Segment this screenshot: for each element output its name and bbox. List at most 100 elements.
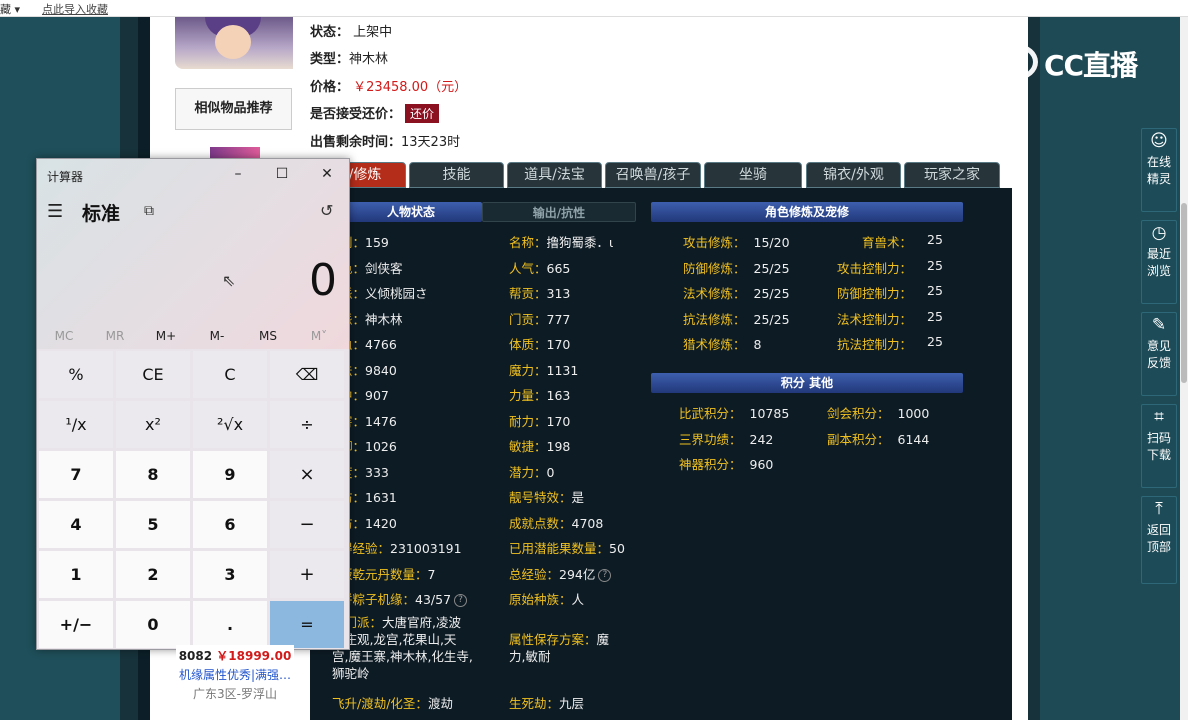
control-value: 25 (927, 334, 943, 349)
stat-value: 义倾桃园さ (365, 286, 428, 301)
help-icon[interactable]: ? (454, 594, 468, 607)
tab-items[interactable]: 道具/法宝 (507, 162, 602, 188)
stat-value: 1476 (365, 413, 397, 429)
cultivation-label: 防御修炼： (683, 260, 746, 276)
digit-8-button[interactable]: 8 (116, 451, 190, 498)
tab-mounts[interactable]: 坐骑 (704, 162, 802, 188)
clear-entry-button[interactable]: CE (116, 351, 190, 398)
control-value: 25 (927, 232, 943, 247)
square-button[interactable]: x² (116, 401, 190, 448)
digit-0-button[interactable]: 0 (116, 601, 190, 648)
multiply-button[interactable]: × (270, 451, 344, 498)
maximize-button[interactable]: ☐ (267, 163, 297, 185)
control-value-row: 25 (927, 258, 943, 273)
keep-on-top-icon[interactable]: ⧉ (144, 203, 154, 219)
attribute-row: 帮贡：313 (509, 283, 570, 302)
tab-player-home[interactable]: 玩家之家 (904, 162, 1000, 188)
stat-value: 333 (365, 464, 389, 480)
square-root-button[interactable]: ²√x (193, 401, 267, 448)
tab-pets[interactable]: 召唤兽/孩子 (605, 162, 701, 188)
memory-clear-button[interactable]: MC (39, 329, 89, 343)
attribute-row: 门贡：777 (509, 309, 570, 328)
stat-row: 得经验：231003191 (340, 538, 462, 557)
attribute-value: 4708 (571, 515, 604, 531)
cultivation-row: 防御修炼： 25/25 (683, 258, 790, 277)
tab-skills[interactable]: 技能 (409, 162, 504, 188)
control-row: 法术控制力： (832, 309, 912, 328)
side-tool-意见[interactable]: ✎ 意见 反馈 (1141, 312, 1177, 396)
memory-recall-button[interactable]: MR (90, 329, 140, 343)
memory-add-button[interactable]: M+ (141, 329, 191, 343)
attribute-row: 已用潜能果数量：50 (509, 538, 625, 557)
attribute-label: 已用潜能果数量： (509, 541, 610, 556)
percent-button[interactable]: % (39, 351, 113, 398)
price-value: ￥23458.00（元） (353, 80, 468, 95)
digit-4-button[interactable]: 4 (39, 501, 113, 548)
tab-output-resist[interactable]: 输出/抗性 (482, 202, 636, 222)
stat-value: 1631 (365, 490, 397, 505)
tab-outfits[interactable]: 锦衣/外观 (806, 162, 901, 188)
digit-7-button[interactable]: 7 (39, 451, 113, 498)
avatar-icon: ☺ (1150, 131, 1168, 151)
status-row: 状态： 上架中 (310, 25, 393, 40)
side-tool-label: 在线 (1146, 155, 1171, 169)
memory-subtract-button[interactable]: M- (192, 329, 242, 343)
control-row: 育兽术： (832, 232, 912, 251)
help-icon[interactable]: ? (598, 568, 612, 582)
import-bookmarks-link[interactable]: 点此导入收藏 (42, 1, 108, 17)
hamburger-menu-icon[interactable]: ☰ (47, 201, 63, 222)
attribute-value: 777 (546, 311, 571, 327)
attribute-label: 魔力： (509, 362, 547, 378)
tab-character-status[interactable]: 人物状态 (340, 202, 482, 222)
price-row: 价格： ￥23458.00（元） (310, 80, 468, 95)
side-tool-在线[interactable]: ☺ 在线精灵 (1141, 128, 1177, 212)
reciprocal-button[interactable]: ¹/x (39, 401, 113, 448)
add-button[interactable]: + (270, 551, 344, 598)
subtract-button[interactable]: − (270, 501, 344, 548)
backspace-button[interactable]: ⌫ (270, 351, 344, 398)
digit-3-button[interactable]: 3 (193, 551, 267, 598)
cultivation-value: 25/25 (753, 311, 790, 327)
score-label: 三界功绩： (679, 431, 742, 447)
clear-button[interactable]: C (193, 351, 267, 398)
ascend-status: 飞升/渡劫/化圣：渡劫 (332, 696, 453, 711)
attribute-label: 潜力： (509, 464, 547, 480)
calculator-title: 计算器 (47, 170, 84, 184)
side-tool-label: 浏览 (1146, 264, 1171, 278)
digit-9-button[interactable]: 9 (193, 451, 267, 498)
digit-1-button[interactable]: 1 (39, 551, 113, 598)
side-tool-最近[interactable]: ◷ 最近 浏览 (1141, 220, 1177, 304)
similar-item-card[interactable]: 8082 ￥18999.00 机缘属性优秀|满强… 广东3区-罗浮山 (176, 645, 294, 720)
decimal-button[interactable]: . (193, 601, 267, 648)
attribute-value: 50 (609, 541, 625, 556)
negate-button[interactable]: +/− (39, 601, 113, 648)
history-icon[interactable]: ↺ (320, 201, 333, 220)
side-tool-返回[interactable]: ⤒ 返回 顶部 (1141, 496, 1177, 584)
page-scrollbar[interactable] (1180, 17, 1188, 720)
side-tool-扫码[interactable]: ⌗ 扫码 下载 (1141, 404, 1177, 488)
counter-offer-button[interactable]: 还价 (405, 104, 440, 123)
edit-icon: ✎ (1151, 315, 1167, 335)
stat-value: 4766 (365, 337, 397, 352)
side-tool-label: 精灵 (1146, 172, 1171, 186)
attribute-value: 665 (546, 260, 571, 276)
digit-6-button[interactable]: 6 (193, 501, 267, 548)
mouse-cursor-icon: ⇖ (222, 271, 236, 290)
bookmarks-menu[interactable]: 藏 ▾ (0, 1, 20, 17)
equals-button[interactable]: = (270, 601, 344, 648)
memory-list-button[interactable]: M˅ (294, 329, 344, 343)
minimize-button[interactable]: – (223, 163, 253, 185)
attribute-value: 170 (546, 413, 571, 429)
calculator-window: 计算器 – ☐ ✕ ☰ 标准 ⧉ ↺ ⇖ 0 MC MR M+ M- MS M˅… (36, 158, 350, 650)
attribute-label: 门贡： (509, 311, 547, 327)
attribute-value: 294亿 (559, 566, 596, 582)
digit-2-button[interactable]: 2 (116, 551, 190, 598)
cultivation-value: 15/20 (753, 235, 790, 250)
attribute-row: 体质：170 (509, 334, 570, 353)
close-button[interactable]: ✕ (312, 163, 342, 185)
divide-button[interactable]: ÷ (270, 401, 344, 448)
score-row-2: 剑会积分： 1000 (827, 403, 929, 422)
control-row: 抗法控制力： (832, 334, 912, 353)
digit-5-button[interactable]: 5 (116, 501, 190, 548)
memory-store-button[interactable]: MS (243, 329, 293, 343)
